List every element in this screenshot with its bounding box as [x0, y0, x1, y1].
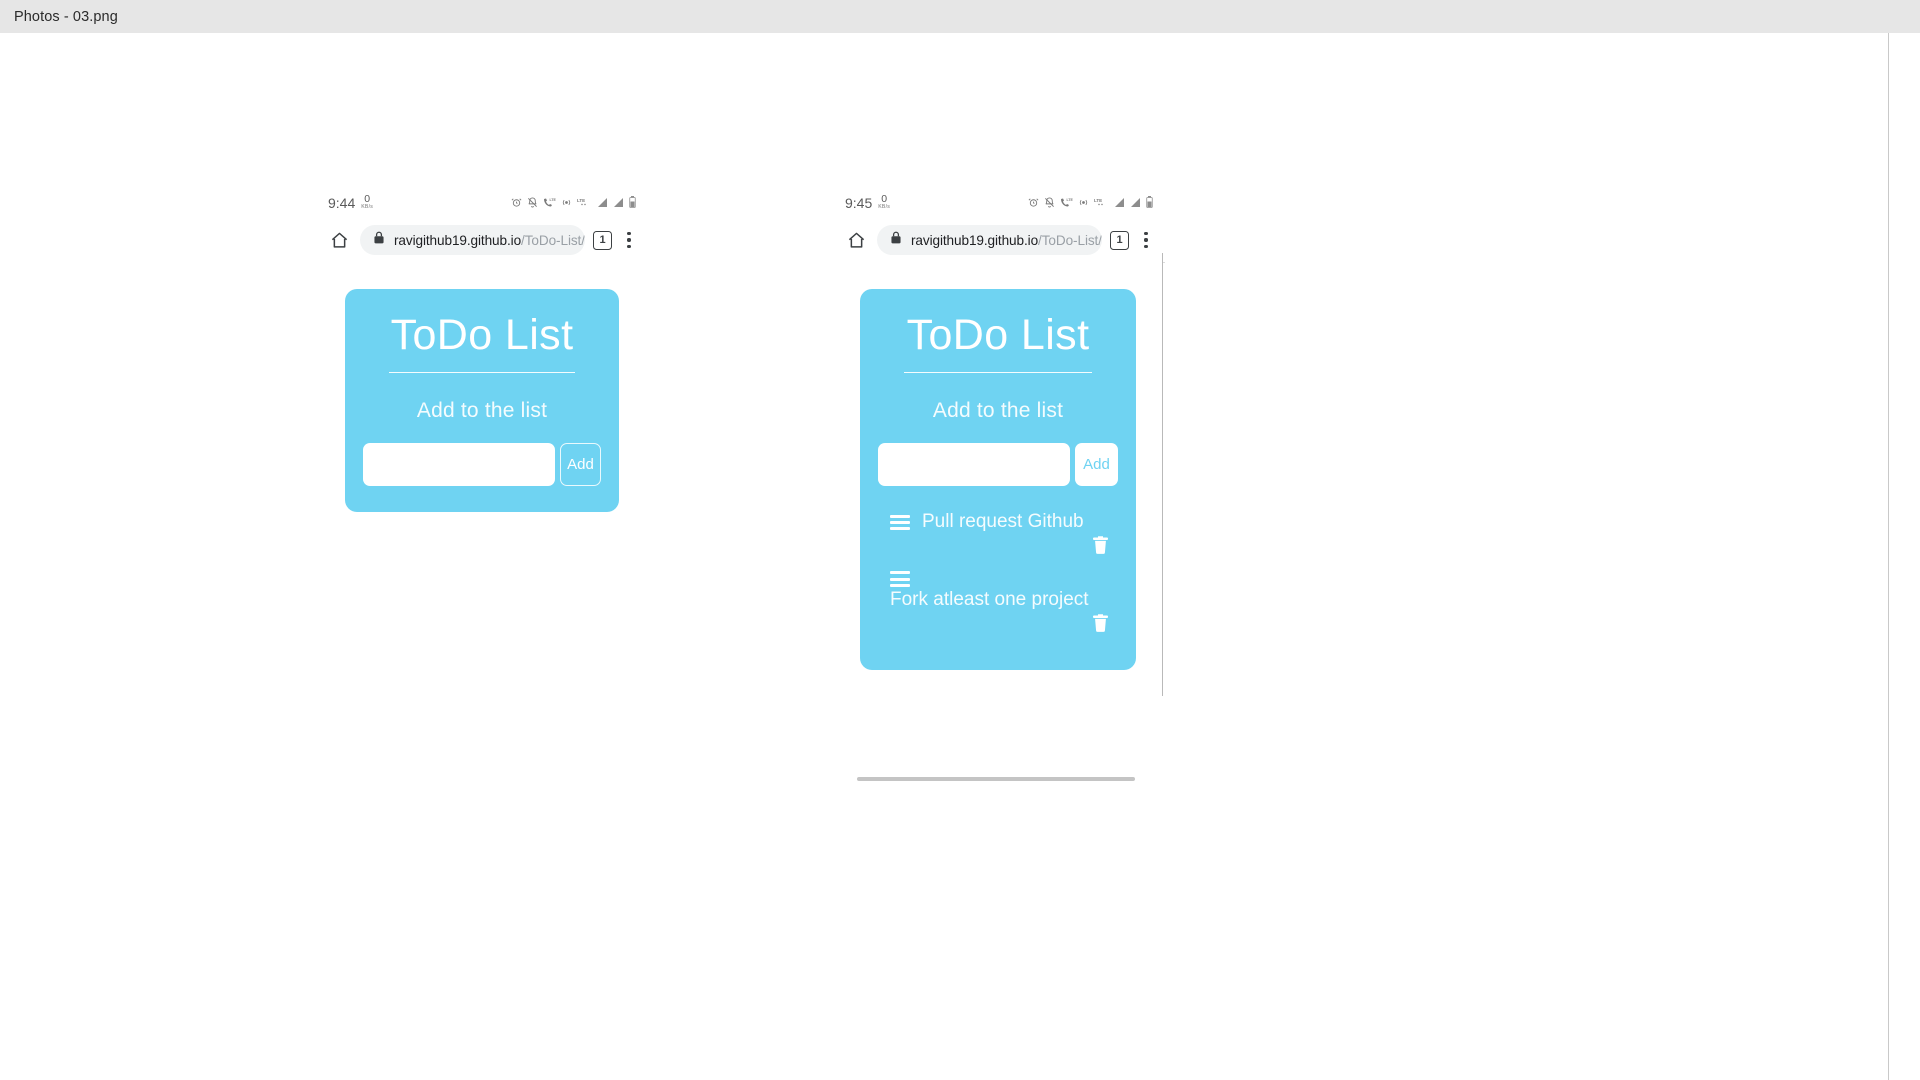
tab-count-button-a[interactable]: 1: [593, 230, 612, 250]
title-underline-a: [389, 372, 575, 374]
network-speed-unit-a: KB/s: [361, 203, 374, 210]
lte-label-icon: LTE: [577, 197, 592, 208]
network-speed-a: 0 KB/s: [361, 194, 373, 210]
title-underline-b: [904, 372, 1092, 374]
url-path-b: /ToDo-List/: [1038, 232, 1102, 248]
app-title-a: ToDo List: [390, 311, 574, 359]
battery-icon: [629, 196, 636, 208]
todo-input-b[interactable]: [878, 443, 1070, 487]
hotspot-icon: [561, 197, 572, 208]
alarm-clock-icon: [1028, 197, 1039, 208]
lock-icon: [890, 231, 902, 249]
status-bar-left-b: 9:45 0 KB/s: [845, 194, 890, 210]
signal-bars-icon: [597, 197, 608, 208]
status-clock-a: 9:44: [328, 194, 356, 211]
todo-list-item[interactable]: Fork atleast one project: [884, 566, 1112, 643]
status-clock-b: 9:45: [845, 194, 873, 211]
page-scrollbar-indicator[interactable]: [857, 777, 1135, 781]
window-title: Photos - 03.png: [14, 8, 118, 25]
window-title-bar: Photos - 03.png: [0, 0, 1920, 33]
signal-bars-secondary-icon: [613, 197, 624, 208]
signal-bars-secondary-icon: [1130, 197, 1141, 208]
phone-screenshot-a-chrome: 9:44 0 KB/s LTE LTE ravigithub19.github.…: [316, 186, 648, 263]
browser-toolbar-b: ravigithub19.github.io/ToDo-List/ 1: [833, 218, 1165, 262]
lte-label-icon: LTE: [1094, 197, 1109, 208]
phone-screenshot-b-chrome: 9:45 0 KB/s LTE LTE ravigithub19.github.…: [833, 186, 1165, 263]
drag-handle-icon[interactable]: [890, 571, 910, 587]
trash-icon[interactable]: [1091, 535, 1110, 561]
status-bar-icons-a: LTE LTE: [511, 196, 636, 208]
url-host-b: ravigithub19.github.io: [911, 232, 1039, 248]
todo-card-b: ToDo List Add to the list Add Pull reque…: [860, 289, 1136, 670]
address-bar-b[interactable]: ravigithub19.github.io/ToDo-List/: [877, 225, 1102, 255]
phone-screenshot-a-page: ToDo List Add to the list Add: [316, 262, 648, 562]
svg-text:LTE: LTE: [1094, 198, 1102, 203]
signal-bars-icon: [1114, 197, 1125, 208]
phone-screenshot-b-page: ToDo List Add to the list Add Pull reque…: [833, 262, 1163, 702]
lte-call-icon: LTE: [543, 197, 556, 208]
todo-item-label: Fork atleast one project: [890, 588, 1089, 610]
network-speed-unit-b: KB/s: [878, 203, 891, 210]
hotspot-icon: [1078, 197, 1089, 208]
add-button-b[interactable]: Add: [1075, 443, 1118, 487]
alarm-clock-icon: [511, 197, 522, 208]
bell-muted-icon: [1044, 197, 1055, 208]
bell-muted-icon: [527, 197, 538, 208]
app-title-b: ToDo List: [906, 311, 1090, 359]
status-bar-a: 9:44 0 KB/s LTE LTE: [316, 186, 648, 218]
url-host-a: ravigithub19.github.io: [394, 232, 522, 248]
todo-list-b: Pull request Github Fork atleast one pro…: [878, 506, 1118, 643]
network-speed-b: 0 KB/s: [878, 194, 890, 210]
status-bar-b: 9:45 0 KB/s LTE LTE: [833, 186, 1165, 218]
status-bar-icons-b: LTE LTE: [1028, 196, 1153, 208]
status-bar-left-a: 9:44 0 KB/s: [328, 194, 373, 210]
add-row-b: Add: [878, 443, 1118, 487]
todo-card-a: ToDo List Add to the list Add: [345, 289, 619, 513]
address-bar-a[interactable]: ravigithub19.github.io/ToDo-List/: [360, 225, 585, 255]
tab-count-button-b[interactable]: 1: [1110, 230, 1129, 250]
url-text-b: ravigithub19.github.io/ToDo-List/: [911, 233, 1102, 248]
url-path-a: /ToDo-List/: [521, 232, 585, 248]
kebab-menu-icon[interactable]: [620, 229, 638, 251]
lte-call-icon: LTE: [1060, 197, 1073, 208]
todo-list-item[interactable]: Pull request Github: [884, 506, 1112, 566]
app-subtitle-b: Add to the list: [932, 399, 1064, 423]
viewer-right-divider: [1888, 33, 1889, 1080]
url-text-a: ravigithub19.github.io/ToDo-List/: [394, 233, 585, 248]
drag-handle-icon[interactable]: [890, 514, 910, 531]
lock-icon: [373, 231, 385, 249]
svg-text:LTE: LTE: [550, 198, 557, 202]
add-button-a[interactable]: Add: [560, 443, 601, 487]
todo-input-a[interactable]: [363, 443, 555, 487]
home-icon[interactable]: [326, 227, 352, 253]
browser-toolbar-a: ravigithub19.github.io/ToDo-List/ 1: [316, 218, 648, 262]
battery-icon: [1146, 196, 1153, 208]
app-subtitle-a: Add to the list: [416, 399, 548, 423]
screenshot-b-right-edge: [1162, 253, 1163, 696]
svg-text:LTE: LTE: [1067, 198, 1074, 202]
add-row-a: Add: [363, 443, 601, 487]
svg-text:LTE: LTE: [577, 198, 585, 203]
home-icon[interactable]: [843, 227, 869, 253]
kebab-menu-icon[interactable]: [1137, 229, 1155, 251]
trash-icon[interactable]: [1091, 613, 1110, 639]
todo-item-label: Pull request Github: [922, 511, 1084, 533]
